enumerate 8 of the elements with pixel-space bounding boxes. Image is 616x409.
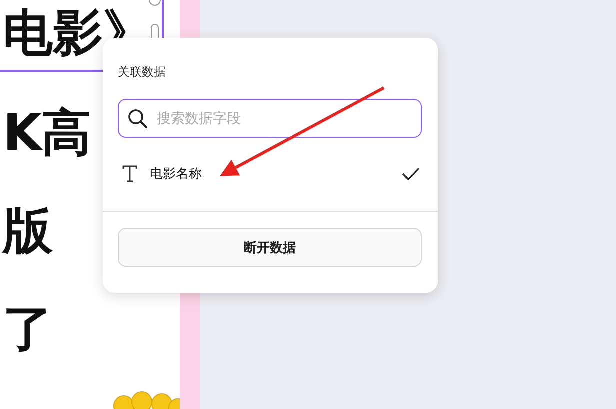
- disconnect-data-button[interactable]: 断开数据: [118, 228, 422, 267]
- data-field-item[interactable]: 电影名称: [118, 157, 422, 191]
- search-field[interactable]: 搜索数据字段: [118, 99, 422, 138]
- canvas-text[interactable]: K高: [0, 100, 98, 170]
- canvas-text[interactable]: 了: [0, 296, 59, 366]
- canvas-text[interactable]: 版: [0, 198, 59, 268]
- field-label: 电影名称: [150, 166, 203, 183]
- text-type-icon: [122, 165, 138, 183]
